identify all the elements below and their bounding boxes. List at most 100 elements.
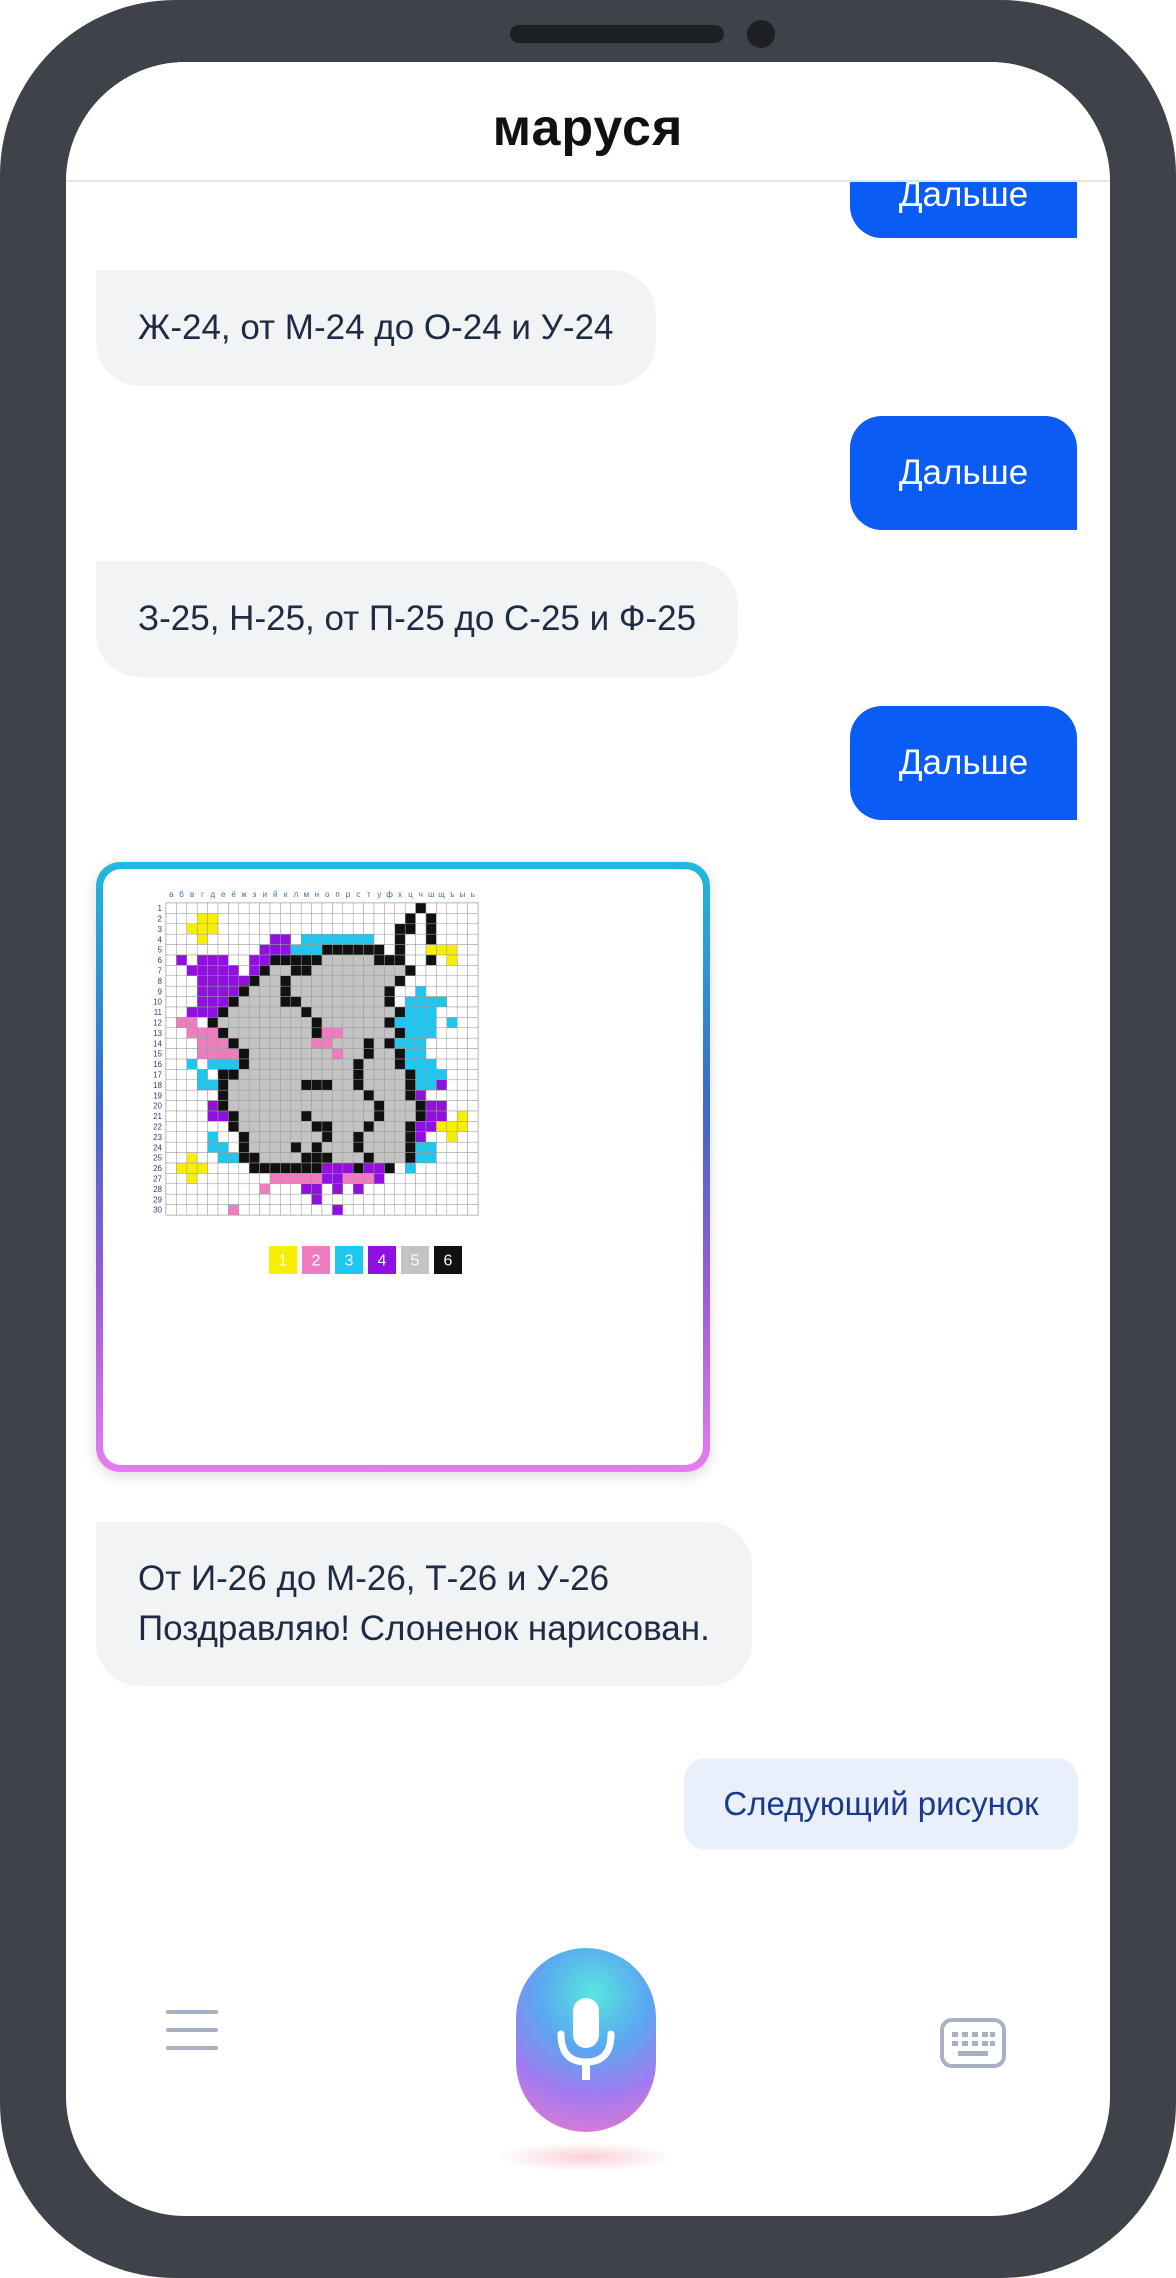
pixel-cell: [269, 1100, 281, 1112]
pixel-cell: [384, 1110, 396, 1122]
pixel-cell: [342, 933, 354, 945]
pixel-cell: [446, 954, 458, 966]
pixel-cell: [456, 1141, 468, 1153]
pixel-cell: [332, 1204, 344, 1216]
pixel-cell: [259, 975, 271, 987]
pixel-cell: [467, 985, 479, 997]
pixel-cell: [217, 1017, 229, 1029]
pixel-cell: [415, 1121, 427, 1133]
pixel-cell: [384, 1100, 396, 1112]
pixel-cell: [425, 965, 437, 977]
pixel-cell: [248, 1027, 260, 1039]
pixel-cell: [363, 1100, 375, 1112]
pixel-cell: [269, 996, 281, 1008]
pixel-cell: [290, 1100, 302, 1112]
pixel-art-card[interactable]: абвгдеёжзийклмнопрстуфхцчшщъыь1234567891…: [96, 862, 710, 1472]
pixel-cell: [269, 1193, 281, 1205]
pixel-cell: [384, 1173, 396, 1185]
pixel-cell: [456, 1069, 468, 1081]
pixel-cell: [373, 1079, 385, 1091]
palette-swatch: 4: [368, 1246, 396, 1274]
pixel-cell: [238, 965, 250, 977]
pixel-cell: [259, 1110, 271, 1122]
pixel-cell: [228, 954, 240, 966]
pixel-cell: [321, 1048, 333, 1060]
pixel-cell: [456, 965, 468, 977]
pixel-cell: [300, 1141, 312, 1153]
pixel-cell: [373, 1100, 385, 1112]
column-letter-label: е: [221, 890, 226, 899]
pixel-cell: [217, 1152, 229, 1164]
hamburger-menu-icon[interactable]: [166, 2010, 218, 2050]
pixel-cell: [269, 944, 281, 956]
pixel-cell: [238, 996, 250, 1008]
pixel-cell: [290, 975, 302, 987]
pixel-cell: [394, 996, 406, 1008]
pixel-cell: [352, 996, 364, 1008]
pixel-cell: [321, 1183, 333, 1195]
pixel-cell: [332, 996, 344, 1008]
row-number-label: 16: [153, 1060, 162, 1069]
pixel-cell: [342, 954, 354, 966]
pixel-cell: [394, 985, 406, 997]
pixel-cell: [342, 1152, 354, 1164]
pixel-cell: [248, 1183, 260, 1195]
pixel-cell: [238, 1089, 250, 1101]
pixel-cell: [446, 944, 458, 956]
palette-swatch: 1: [269, 1246, 297, 1274]
pixel-cell: [467, 975, 479, 987]
pixel-cell: [311, 1193, 323, 1205]
pixel-cell: [290, 1152, 302, 1164]
pixel-cell: [425, 902, 437, 914]
pixel-cell: [415, 1048, 427, 1060]
pixel-cell: [456, 944, 468, 956]
pixel-cell: [186, 1110, 198, 1122]
front-camera: [747, 20, 775, 48]
pixel-cell: [207, 944, 219, 956]
pixel-cell: [311, 1017, 323, 1029]
pixel-cell: [207, 1121, 219, 1133]
pixel-cell: [196, 1110, 208, 1122]
pixel-cell: [217, 1089, 229, 1101]
pixel-cell: [404, 985, 416, 997]
pixel-cell: [300, 1048, 312, 1060]
pixel-cell: [290, 954, 302, 966]
pixel-cell: [415, 1069, 427, 1081]
pixel-cell: [248, 1100, 260, 1112]
pixel-cell: [363, 975, 375, 987]
pixel-cell: [238, 1037, 250, 1049]
pixel-cell: [456, 923, 468, 935]
pixel-cell: [176, 1162, 188, 1174]
pixel-cell: [207, 1079, 219, 1091]
pixel-cell: [248, 1204, 260, 1216]
pixel-cell: [207, 1162, 219, 1174]
pixel-cell: [280, 1006, 292, 1018]
next-picture-button[interactable]: Следующий рисунок: [684, 1758, 1078, 1850]
pixel-cell: [290, 902, 302, 914]
pixel-cell: [404, 954, 416, 966]
pixel-cell: [436, 1006, 448, 1018]
pixel-cell: [446, 975, 458, 987]
microphone-button[interactable]: [516, 1948, 656, 2132]
pixel-cell: [280, 923, 292, 935]
pixel-cell: [196, 902, 208, 914]
pixel-cell: [290, 1204, 302, 1216]
pixel-cell: [321, 1162, 333, 1174]
pixel-cell: [456, 1110, 468, 1122]
pixel-cell: [176, 975, 188, 987]
pixel-cell: [321, 1037, 333, 1049]
pixel-cell: [269, 902, 281, 914]
column-letter-label: ц: [408, 890, 413, 899]
pixel-cell: [300, 1100, 312, 1112]
pixel-cell: [280, 1121, 292, 1133]
chat-feed[interactable]: Дальше Ж-24, от М-24 до О-24 и У-24 Даль…: [66, 62, 1110, 2216]
pixel-cell: [404, 1069, 416, 1081]
keyboard-icon[interactable]: [940, 2018, 1006, 2068]
pixel-cell: [342, 1110, 354, 1122]
palette-swatch-label: 2: [312, 1253, 321, 1270]
pixel-cell: [425, 996, 437, 1008]
pixel-cell: [165, 944, 177, 956]
pixel-cell: [394, 1069, 406, 1081]
pixel-cell: [363, 913, 375, 925]
pixel-cell: [394, 933, 406, 945]
